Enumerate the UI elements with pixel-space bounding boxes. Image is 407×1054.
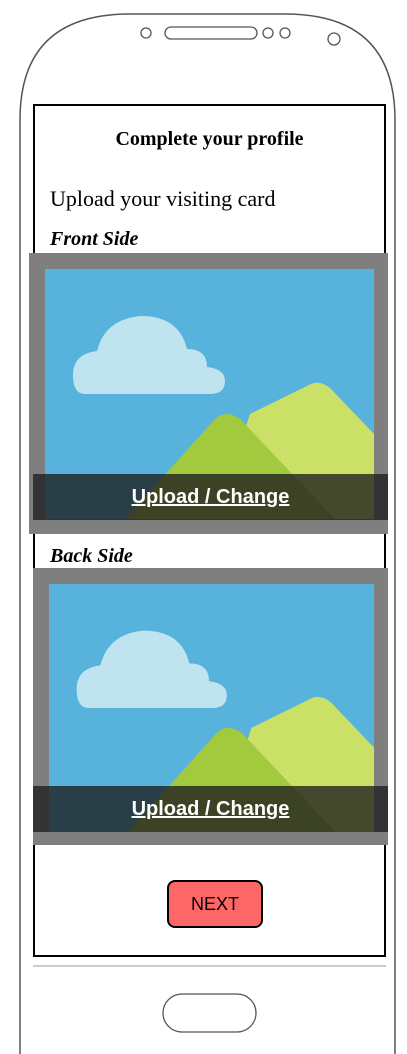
back-side-label: Back Side	[50, 545, 133, 567]
front-card-preview[interactable]: Upload / Change	[29, 253, 388, 534]
upload-instruction: Upload your visiting card	[50, 186, 276, 211]
front-camera-icon	[327, 32, 341, 46]
speaker-slot-icon	[164, 26, 258, 40]
home-button-icon[interactable]	[162, 993, 257, 1033]
front-side-label: Front Side	[50, 228, 139, 250]
front-upload-change-link[interactable]: Upload / Change	[33, 474, 388, 520]
sensor-icon	[262, 27, 291, 39]
page-title: Complete your profile	[115, 128, 304, 150]
back-upload-change-link[interactable]: Upload / Change	[33, 786, 388, 832]
back-card-preview[interactable]: Upload / Change	[33, 568, 388, 845]
next-button[interactable]: NEXT	[167, 880, 263, 928]
camera-icon	[140, 27, 152, 39]
